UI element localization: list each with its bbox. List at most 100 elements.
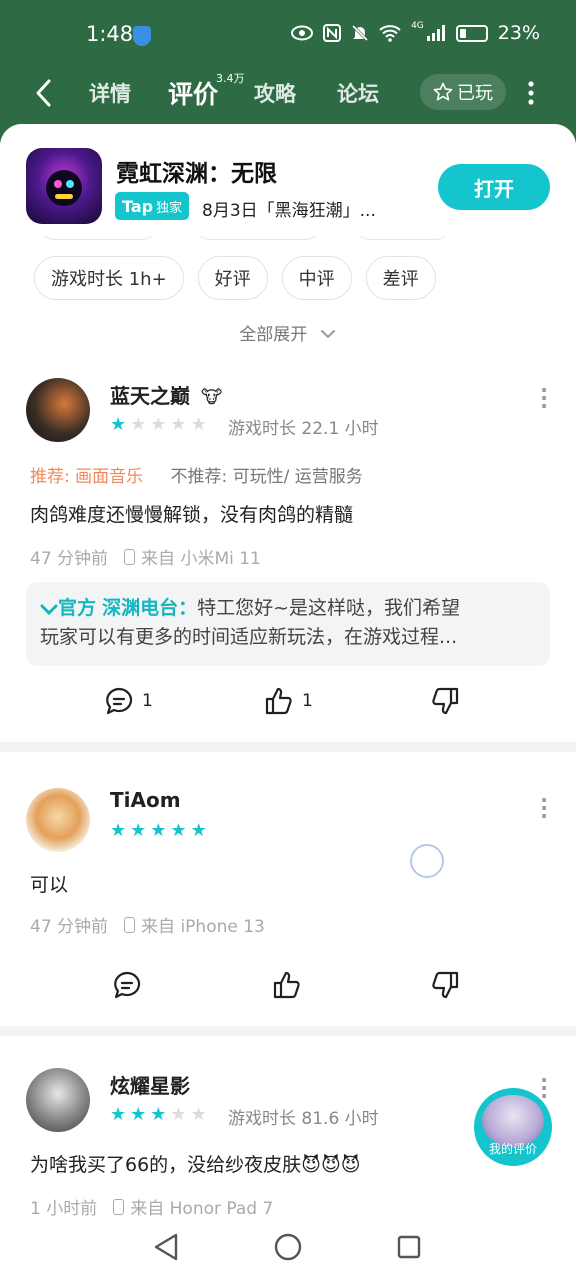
playtime: 游戏时长 22.1 小时 (228, 419, 379, 439)
phone-icon (124, 916, 136, 933)
avatar[interactable] (26, 378, 90, 442)
review-time: 47 分钟前 (30, 549, 109, 569)
filter-chip-playtime[interactable]: 游戏时长 1h+ (34, 256, 184, 300)
app-icon[interactable] (26, 148, 102, 224)
star-filled-icon: ★ (110, 820, 127, 841)
like-button[interactable] (272, 970, 302, 1000)
filter-chip-positive[interactable]: 好评 (197, 256, 268, 300)
more-options-icon[interactable]: · · · (536, 1070, 552, 1106)
star-filled-icon: ★ (130, 1104, 147, 1125)
star-filled-icon: ★ (190, 820, 207, 841)
network-type: 4G (411, 21, 424, 31)
rating-stars: ★ ★ ★ ★ ★ (110, 1106, 207, 1124)
status-time: 1:48 (86, 22, 134, 46)
review-actions: 1 1 (0, 686, 576, 722)
official-tag: 官方 (58, 597, 97, 619)
recommend-tags: 推荐: 画面音乐 不推荐: 可玩性/ 运营服务 (30, 462, 363, 487)
not-recommend-text: 不推荐: 可玩性/ 运营服务 (170, 467, 363, 487)
tap-logo-text: Tap (122, 196, 154, 216)
username[interactable]: 炫耀星影 (110, 1070, 190, 1099)
like-button[interactable]: 1 (264, 686, 313, 716)
official-reply[interactable]: 官方 深渊电台：特工您好~是这样哒，我们希望 玩家可以有更多的时间适应新玩法，在… (26, 582, 550, 666)
app-header: 霓虹深渊：无限 Tap 独家 8月3日「黑海狂潮」... 打开 (0, 124, 576, 236)
status-bar: 1:48 4G 23% (0, 0, 576, 72)
battery-icon (455, 24, 488, 42)
filter-chips: 游戏时长 1h+ 好评 中评 差评 (34, 256, 436, 300)
more-options-icon[interactable]: · · · (536, 790, 552, 826)
review-device: 来自 小米Mi 11 (141, 549, 261, 569)
system-nav-bar (0, 1216, 576, 1280)
app-icon-eye-left (54, 180, 62, 188)
rating-stars: ★ ★ ★ ★ ★ (110, 822, 207, 840)
star-filled-icon: ★ (110, 1104, 127, 1125)
played-button[interactable]: 已玩 (420, 74, 506, 110)
avatar[interactable] (26, 1068, 90, 1132)
like-count: 1 (302, 691, 313, 711)
more-options-icon[interactable]: · · · (536, 380, 552, 416)
star-empty-icon: ★ (130, 414, 147, 435)
section-divider (0, 1026, 576, 1036)
played-label: 已玩 (457, 83, 493, 104)
my-review-button[interactable]: 我的评价 (474, 1088, 552, 1166)
tab-reviews[interactable]: 评价 (168, 75, 218, 111)
app-icon-mouth (55, 194, 73, 199)
comment-count: 1 (142, 691, 153, 711)
user-badge-icon: 🐮 (200, 387, 223, 408)
comment-icon (114, 971, 141, 999)
open-button[interactable]: 打开 (438, 164, 550, 210)
star-filled-icon: ★ (110, 414, 127, 435)
filter-chip-neutral[interactable]: 中评 (281, 256, 352, 300)
signal-icon (426, 25, 445, 41)
battery-level (459, 28, 466, 38)
rating-stars: ★ ★ ★ ★ ★ (110, 416, 207, 434)
nav-home-icon[interactable] (273, 1232, 303, 1262)
tablet-icon (113, 1198, 125, 1215)
star-outline-icon (433, 82, 453, 101)
dislike-button[interactable] (430, 686, 460, 716)
thumbs-up-icon (265, 687, 292, 715)
filter-chip-negative[interactable]: 差评 (365, 256, 436, 300)
expand-all-button[interactable]: 全部展开 (0, 320, 576, 345)
back-arrow-icon[interactable] (34, 78, 54, 108)
avatar[interactable] (26, 788, 90, 852)
verified-chevron-icon (40, 604, 58, 615)
official-name: 渊电台 (121, 597, 179, 619)
app-subtitle: 8月3日「黑海狂潮」... (202, 201, 376, 221)
review-meta: 47 分钟前 来自 iPhone 13 (30, 912, 265, 937)
review-meta: 47 分钟前 来自 小米Mi 11 (30, 544, 261, 569)
review-text: 为啥我买了66的，没给纱夜皮肤😈😈😈 (30, 1154, 361, 1176)
nav-back-icon[interactable] (152, 1232, 180, 1262)
more-vertical-icon[interactable] (526, 80, 536, 106)
thumbs-up-icon (273, 971, 300, 999)
star-empty-icon: ★ (170, 1104, 187, 1125)
username[interactable]: 蓝天之巅 🐮 (110, 380, 222, 409)
app-icon-eye-right (66, 180, 74, 188)
star-filled-icon: ★ (150, 1104, 167, 1125)
username[interactable]: TiAom (110, 788, 181, 812)
tab-details[interactable]: 详情 (89, 78, 131, 108)
dislike-button[interactable] (430, 970, 460, 1000)
tab-guides[interactable]: 攻略 (254, 78, 296, 108)
phone-icon (124, 548, 136, 565)
comment-icon (106, 687, 133, 715)
expand-all-label: 全部展开 (239, 325, 308, 345)
nfc-icon (323, 24, 342, 42)
nav-recents-icon[interactable] (396, 1234, 422, 1260)
tap-exclusive-badge: Tap 独家 (115, 192, 190, 220)
comment-button[interactable] (112, 970, 142, 1000)
recommend-text: 推荐: 画面音乐 (30, 467, 144, 487)
thumbs-down-icon (432, 971, 459, 999)
star-filled-icon: ★ (150, 820, 167, 841)
eye-icon (291, 25, 314, 41)
exclusive-label: 独家 (156, 200, 183, 216)
tab-forum[interactable]: 论坛 (337, 78, 379, 108)
official-reply-text-1: 特工您好~是这样哒，我们希望 (197, 597, 461, 619)
comment-button[interactable]: 1 (104, 686, 153, 716)
wifi-icon (379, 25, 401, 42)
official-name-prefix: 深 (102, 597, 122, 619)
mute-icon (352, 24, 369, 42)
my-review-label: 我的评价 (488, 1142, 537, 1156)
loading-spinner (410, 844, 444, 878)
star-empty-icon: ★ (170, 414, 187, 435)
review-time: 47 分钟前 (30, 917, 109, 937)
